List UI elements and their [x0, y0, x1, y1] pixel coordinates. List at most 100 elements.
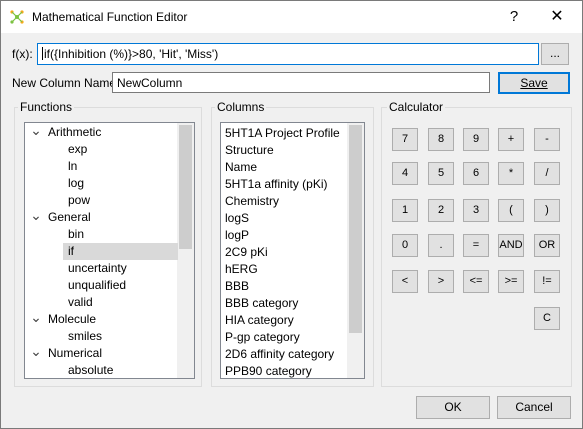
function-editor-dialog: Mathematical Function Editor ? ✕ f(x): i…	[0, 0, 583, 429]
chevron-down-icon[interactable]: ⌄	[30, 310, 42, 324]
column-list-item[interactable]: logP	[225, 227, 249, 244]
calc-plus-button[interactable]: +	[498, 128, 524, 151]
column-list-item[interactable]: hERG	[225, 261, 258, 278]
new-column-label: New Column Name:	[12, 76, 120, 90]
calc-digit-7-button[interactable]: 7	[392, 128, 418, 151]
formula-input[interactable]: if({Inhibition (%)}>80, 'Hit', 'Miss')	[37, 43, 539, 65]
tree-label: ln	[68, 159, 78, 173]
functions-tree[interactable]: ⌄ Arithmetic exp ln log pow ⌄ General bin if uncer…	[24, 122, 195, 379]
tree-label: General	[48, 210, 91, 224]
calc-digit-1-button[interactable]: 1	[392, 199, 418, 222]
calc-digit-8-button[interactable]: 8	[428, 128, 454, 151]
calc-greater-than-button[interactable]: >	[428, 270, 454, 293]
title-bar[interactable]: Mathematical Function Editor ? ✕	[1, 1, 582, 33]
chevron-down-icon[interactable]: ⌄	[30, 123, 42, 137]
calc-less-than-button[interactable]: <	[392, 270, 418, 293]
tree-label: log	[68, 176, 85, 190]
calc-digit-0-button[interactable]: 0	[392, 234, 418, 257]
columns-scroll-thumb[interactable]	[349, 125, 362, 333]
save-button[interactable]: Save	[498, 72, 570, 94]
tree-label: bin	[68, 227, 85, 241]
column-list-item[interactable]: PPB90 category	[225, 363, 312, 378]
column-list-item[interactable]: BBB	[225, 278, 249, 295]
column-list-item[interactable]: Structure	[225, 142, 274, 159]
column-list-item[interactable]: Chemistry	[225, 193, 279, 210]
tree-item-bin[interactable]: bin	[25, 226, 178, 243]
column-list-item[interactable]: logS	[225, 210, 249, 227]
column-list-item[interactable]: Name	[225, 159, 257, 176]
tree-group-numerical[interactable]: ⌄ Numerical	[25, 344, 178, 362]
column-list-item[interactable]: BBB category	[225, 295, 298, 312]
tree-item-log[interactable]: log	[25, 175, 178, 192]
calc-open-paren-button[interactable]: (	[498, 199, 524, 222]
tree-group-molecule[interactable]: ⌄ Molecule	[25, 310, 178, 328]
columns-title: Columns	[215, 100, 267, 114]
column-list-item[interactable]: 5HT1A Project Profile	[225, 125, 340, 142]
functions-title: Functions	[18, 100, 75, 114]
formula-label: f(x):	[12, 47, 33, 61]
tree-label: valid	[68, 295, 93, 309]
calc-digit-9-button[interactable]: 9	[463, 128, 489, 151]
calc-close-paren-button[interactable]: )	[534, 199, 560, 222]
tree-label: Arithmetic	[48, 125, 102, 139]
calc-clear-button[interactable]: C	[534, 307, 560, 330]
window-title: Mathematical Function Editor	[32, 10, 188, 24]
tree-item-ln[interactable]: ln	[25, 158, 178, 175]
calc-equals-button[interactable]: =	[463, 234, 489, 257]
functions-scrollbar[interactable]	[177, 123, 194, 378]
help-button[interactable]: ?	[501, 5, 527, 29]
column-list-item[interactable]: 2C9 pKi	[225, 244, 268, 261]
cancel-button[interactable]: Cancel	[497, 396, 571, 419]
calc-digit-4-button[interactable]: 4	[392, 162, 418, 185]
tree-label: Molecule	[48, 312, 97, 326]
calc-multiply-button[interactable]: *	[498, 162, 524, 185]
tree-label: absolute	[68, 363, 114, 377]
selection-highlight	[63, 243, 178, 260]
calc-or-button[interactable]: OR	[534, 234, 560, 257]
tree-label: pow	[68, 193, 91, 207]
columns-scrollbar[interactable]	[347, 123, 364, 378]
calc-decimal-button[interactable]: .	[428, 234, 454, 257]
app-logo-icon	[10, 10, 24, 24]
chevron-down-icon[interactable]: ⌄	[30, 208, 42, 222]
column-list-item[interactable]: 5HT1a affinity (pKi)	[225, 176, 328, 193]
column-list-item[interactable]: P-gp category	[225, 329, 300, 346]
calculator-title: Calculator	[387, 100, 446, 114]
tree-label: exp	[68, 142, 88, 156]
calc-digit-3-button[interactable]: 3	[463, 199, 489, 222]
calc-digit-2-button[interactable]: 2	[428, 199, 454, 222]
tree-label: Numerical	[48, 346, 103, 360]
close-button[interactable]: ✕	[541, 5, 573, 29]
column-list-item[interactable]: 2D6 affinity category	[225, 346, 334, 363]
tree-item-unqualified[interactable]: unqualified	[25, 277, 178, 294]
formula-value: if({Inhibition (%)}>80, 'Hit', 'Miss')	[44, 47, 219, 61]
tree-group-general[interactable]: ⌄ General	[25, 208, 178, 226]
calc-digit-6-button[interactable]: 6	[463, 162, 489, 185]
tree-item-pow[interactable]: pow	[25, 192, 178, 209]
calc-digit-5-button[interactable]: 5	[428, 162, 454, 185]
tree-group-arithmetic[interactable]: ⌄ Arithmetic	[25, 123, 178, 141]
ok-button[interactable]: OK	[416, 396, 490, 419]
text-caret	[42, 47, 43, 60]
browse-button[interactable]: ...	[541, 43, 569, 65]
new-column-name-input[interactable]: NewColumn	[112, 72, 490, 93]
tree-item-if[interactable]: if	[25, 243, 178, 260]
tree-item-uncertainty[interactable]: uncertainty	[25, 260, 178, 277]
calc-not-equal-button[interactable]: !=	[534, 270, 560, 293]
functions-scroll-thumb[interactable]	[179, 125, 192, 249]
calc-and-button[interactable]: AND	[498, 234, 524, 257]
calc-divide-button[interactable]: /	[534, 162, 560, 185]
tree-item-exp[interactable]: exp	[25, 141, 178, 158]
calc-minus-button[interactable]: -	[534, 128, 560, 151]
column-list-item[interactable]: HIA category	[225, 312, 294, 329]
columns-list[interactable]: 5HT1A Project Profile Structure Name 5HT1a …	[220, 122, 365, 379]
tree-label: smiles	[68, 329, 103, 343]
tree-item-absolute[interactable]: absolute	[25, 362, 178, 378]
tree-item-valid[interactable]: valid	[25, 294, 178, 311]
tree-label: unqualified	[68, 278, 127, 292]
chevron-down-icon[interactable]: ⌄	[30, 344, 42, 358]
tree-label: uncertainty	[68, 261, 127, 275]
calc-greater-equal-button[interactable]: >=	[498, 270, 524, 293]
calc-less-equal-button[interactable]: <=	[463, 270, 489, 293]
tree-item-smiles[interactable]: smiles	[25, 328, 178, 345]
